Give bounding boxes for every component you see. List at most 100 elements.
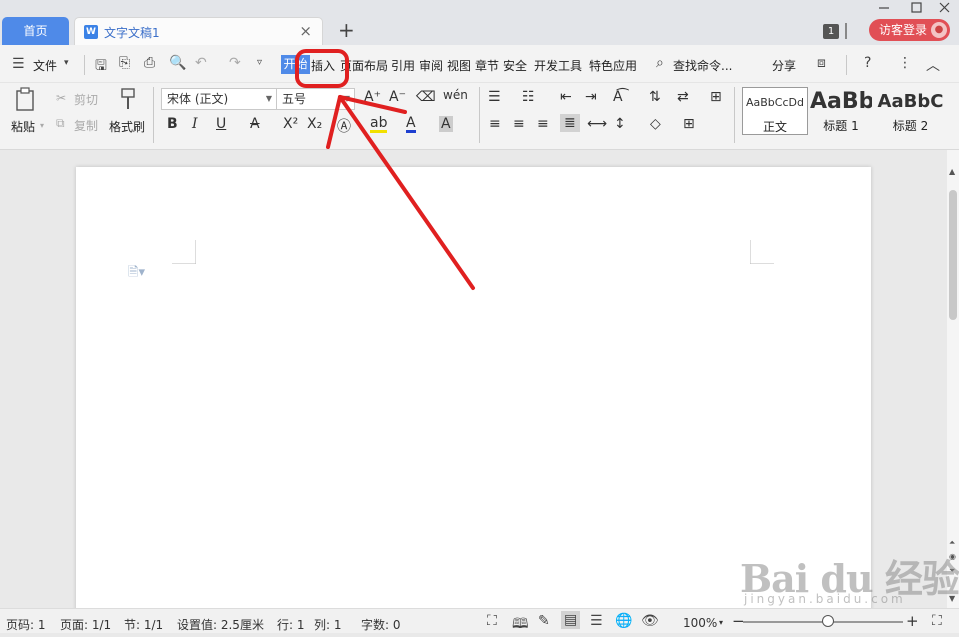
increase-indent-icon[interactable]: ⇥: [585, 89, 597, 105]
underline-icon[interactable]: U: [216, 116, 226, 132]
paste-dropdown-icon[interactable]: ▾: [40, 121, 44, 130]
menu-file[interactable]: 文件: [33, 57, 57, 74]
scrollbar-thumb[interactable]: [949, 190, 957, 320]
status-setting[interactable]: 设置值: 2.5厘米: [177, 616, 264, 633]
align-left-icon[interactable]: ≡: [489, 116, 501, 132]
fit-window-icon[interactable]: ⛶: [932, 613, 942, 629]
bold-icon[interactable]: B: [167, 116, 178, 132]
text-effect-icon[interactable]: Ⓐ: [337, 116, 351, 136]
justify-icon[interactable]: ≣: [560, 114, 580, 132]
status-word-count[interactable]: 字数: 0: [361, 616, 401, 633]
sort-icon[interactable]: ⇅: [649, 89, 661, 105]
status-row[interactable]: 行: 1: [277, 616, 305, 633]
more-icon[interactable]: ▿: [257, 57, 262, 68]
outline-view-icon[interactable]: ☰: [590, 613, 603, 629]
cut-icon[interactable]: ✂: [56, 91, 66, 105]
highlight-icon[interactable]: ab: [370, 116, 388, 133]
phonetic-guide-icon[interactable]: wén: [443, 88, 468, 102]
decrease-indent-icon[interactable]: ⇤: [560, 89, 572, 105]
menu-insert[interactable]: 插入: [311, 57, 335, 74]
menu-review[interactable]: 审阅: [419, 57, 443, 74]
print-icon[interactable]: ⎙: [144, 55, 155, 71]
italic-icon[interactable]: I: [192, 116, 198, 132]
eye-protection-icon[interactable]: 👁: [641, 613, 659, 629]
search-icon[interactable]: ⌕: [656, 55, 664, 71]
redo-icon[interactable]: ↷: [229, 55, 241, 71]
format-painter-button[interactable]: 格式刷: [109, 118, 145, 135]
line-spacing-icon[interactable]: ↕: [614, 116, 626, 132]
read-mode-icon[interactable]: 🕮: [512, 613, 529, 637]
zoom-level[interactable]: 100%: [683, 616, 717, 630]
zoom-in-icon[interactable]: +: [906, 612, 919, 630]
menu-chapter[interactable]: 章节: [475, 57, 499, 74]
menu-page-layout[interactable]: 页面布局: [340, 57, 388, 74]
menu-reference[interactable]: 引用: [391, 57, 415, 74]
tab-document[interactable]: W 文字文稿1 ×: [74, 17, 323, 45]
prev-page-icon[interactable]: ⏶: [949, 538, 955, 548]
save-icon[interactable]: 🖫: [95, 55, 107, 79]
numbered-list-icon[interactable]: ☷: [522, 89, 535, 105]
paste-button[interactable]: 粘贴: [11, 118, 35, 135]
zoom-dropdown-icon[interactable]: ▾: [719, 618, 723, 627]
align-center-icon[interactable]: ≡: [513, 116, 525, 132]
search-commands[interactable]: 查找命令...: [673, 57, 732, 74]
menu-start[interactable]: 开始: [281, 55, 310, 74]
status-pages[interactable]: 页面: 1/1: [60, 616, 111, 633]
status-column[interactable]: 列: 1: [314, 616, 342, 633]
borders-icon[interactable]: ⊞: [683, 116, 695, 132]
char-shading-icon[interactable]: A: [439, 116, 453, 132]
shading-icon[interactable]: ◇: [650, 116, 661, 132]
change-case-icon[interactable]: A͡: [613, 89, 623, 105]
strikethrough-icon[interactable]: A: [250, 116, 260, 132]
web-view-icon[interactable]: 🌐: [615, 613, 632, 629]
font-size-select[interactable]: 五号 ▼: [276, 88, 355, 110]
menu-security[interactable]: 安全: [503, 57, 527, 74]
bullet-list-icon[interactable]: ☰: [488, 89, 501, 105]
hamburger-icon[interactable]: ☰: [12, 56, 25, 72]
share-button[interactable]: 分享: [772, 57, 796, 74]
clear-format-icon[interactable]: ⌫: [416, 89, 436, 105]
distributed-align-icon[interactable]: ⟷: [587, 116, 607, 132]
new-tab-icon[interactable]: +: [338, 18, 355, 42]
print-preview-icon[interactable]: 🔍: [169, 55, 186, 71]
paste-icon[interactable]: [13, 87, 39, 113]
more-options-icon[interactable]: ⋮: [898, 55, 912, 71]
chevron-down-icon[interactable]: ▾: [64, 58, 69, 68]
menu-features[interactable]: 特色应用: [589, 57, 637, 74]
style-normal[interactable]: AaBbCcDd 正文: [742, 87, 808, 135]
vertical-scrollbar[interactable]: ▲ ⏶ ◉ ⏷ ▼: [947, 150, 959, 608]
copy-button[interactable]: 复制: [74, 117, 98, 134]
font-name-select[interactable]: 宋体 (正文) ▼: [161, 88, 277, 110]
grow-font-icon[interactable]: A⁺: [364, 89, 381, 105]
style-heading-2[interactable]: AaBbC 标题 2: [874, 87, 947, 135]
subscript-icon[interactable]: X₂: [307, 116, 322, 132]
menu-view[interactable]: 视图: [447, 57, 471, 74]
line-break-icon[interactable]: ⇄: [677, 89, 689, 105]
shrink-font-icon[interactable]: A⁻: [389, 89, 406, 105]
close-tab-icon[interactable]: ×: [299, 22, 312, 40]
style-heading-1[interactable]: AaBb 标题 1: [810, 87, 872, 135]
status-section[interactable]: 节: 1/1: [124, 616, 163, 633]
page-view-icon[interactable]: ▤: [561, 611, 581, 629]
help-icon[interactable]: ?: [864, 55, 871, 71]
format-painter-icon[interactable]: [115, 87, 141, 113]
edit-mode-icon[interactable]: ✎: [538, 613, 550, 629]
window-count-badge[interactable]: 1: [823, 24, 839, 39]
fullscreen-icon[interactable]: ⛶: [487, 613, 497, 629]
scroll-up-icon[interactable]: ▲: [949, 167, 955, 176]
paragraph-options-icon[interactable]: 🗎▾: [128, 263, 145, 285]
tab-home[interactable]: 首页: [2, 17, 69, 45]
align-right-icon[interactable]: ≡: [537, 116, 549, 132]
undo-icon[interactable]: ↶: [195, 55, 207, 71]
status-page-number[interactable]: 页码: 1: [6, 616, 46, 633]
table-insert-icon[interactable]: ⊞: [710, 89, 722, 105]
zoom-slider-thumb[interactable]: [822, 615, 834, 627]
guest-login-button[interactable]: 访客登录 ●: [869, 19, 950, 41]
cloud-sync-icon[interactable]: ⧈: [817, 55, 826, 71]
menu-dev-tools[interactable]: 开发工具: [534, 57, 582, 74]
font-color-icon[interactable]: A: [406, 116, 416, 133]
copy-icon[interactable]: ⧉: [56, 116, 65, 131]
cut-button[interactable]: 剪切: [74, 91, 98, 108]
collapse-ribbon-icon[interactable]: ︿: [926, 55, 940, 75]
export-pdf-icon[interactable]: ⎘: [119, 55, 130, 71]
